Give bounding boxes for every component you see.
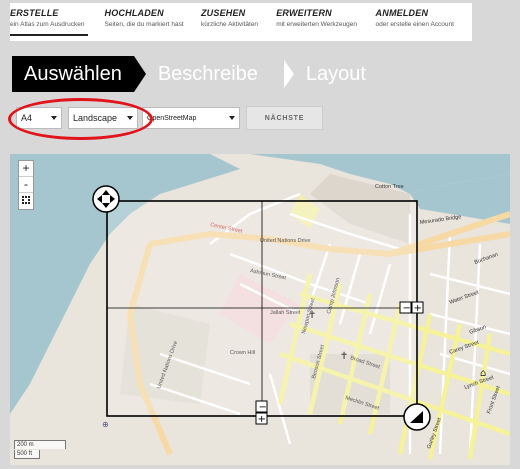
zoom-control: + - [18, 160, 34, 210]
chevron-down-icon [51, 116, 57, 120]
nav-title: HOCHLADEN [104, 8, 164, 18]
move-handle-icon[interactable] [92, 185, 120, 213]
nav-item-erstelle[interactable]: ERSTELLE ein Atlas zum Ausdrucken [10, 3, 105, 41]
label-cotton-tree: Cotton Tree [375, 184, 404, 190]
chevron-down-icon [127, 116, 133, 120]
scale-feet: 500 ft [14, 450, 40, 459]
wizard-steps: Auswählen Beschreibe Layout [12, 56, 376, 92]
paper-size-value: A4 [21, 113, 33, 123]
fullscreen-icon[interactable] [19, 193, 33, 209]
resize-handle-icon[interactable] [403, 403, 431, 431]
map-canvas: United Nations Drive Ashmun Street Broad… [10, 154, 510, 465]
map-provider-value: OpenStreetMap [147, 114, 197, 122]
minus-icon: − [259, 402, 267, 413]
nav-item-erweitern[interactable]: ERWEITERN mit erweiterten Werkzeugen [276, 3, 375, 41]
hospital-icon: ⊕ [102, 420, 109, 429]
page-column-controls: − + [399, 301, 424, 314]
minus-icon: − [403, 303, 411, 314]
scale-meters: 200 m [14, 440, 66, 449]
atlas-controls: A4 Landscape OpenStreetMap NÄCHSTE [16, 106, 323, 130]
map-viewport[interactable]: United Nations Drive Ashmun Street Broad… [10, 154, 510, 465]
map-provider-select[interactable]: OpenStreetMap [142, 107, 240, 129]
step-separator [283, 60, 294, 88]
nav-subtitle: Seiten, die du markiert hast [104, 21, 184, 28]
step-auswaehlen[interactable]: Auswählen [12, 56, 134, 92]
orientation-value: Landscape [73, 113, 118, 123]
plus-icon: + [258, 414, 266, 425]
nav-subtitle: mit erweiterten Werkzeugen [276, 21, 358, 28]
page-row-controls: − + [255, 400, 268, 425]
nav-subtitle: kürzliche Aktivitäten [200, 21, 259, 28]
next-button[interactable]: NÄCHSTE [246, 106, 323, 130]
nav-subtitle: ein Atlas zum Ausdrucken [10, 21, 85, 28]
step-beschreibe[interactable]: Beschreibe [146, 56, 268, 92]
nav-item-zusehen[interactable]: ZUSEHEN kürzliche Aktivitäten [201, 3, 276, 41]
paper-size-select[interactable]: A4 [16, 107, 62, 129]
top-navigation: ERSTELLE ein Atlas zum Ausdrucken HOCHLA… [10, 3, 472, 41]
nav-title: ZUSEHEN [200, 8, 246, 18]
nav-item-anmelden[interactable]: ANMELDEN oder erstelle einen Account [376, 3, 472, 41]
nav-title: ERSTELLE [10, 8, 59, 18]
nav-item-hochladen[interactable]: HOCHLADEN Seiten, die du markiert hast [105, 3, 201, 41]
step-layout[interactable]: Layout [294, 56, 376, 92]
orientation-select[interactable]: Landscape [68, 107, 138, 129]
museum-icon: ⌂ [480, 368, 486, 379]
nav-subtitle: oder erstelle einen Account [375, 21, 454, 28]
plus-icon: + [414, 303, 422, 314]
zoom-in-button[interactable]: + [19, 161, 33, 177]
zoom-out-button[interactable]: - [19, 177, 33, 193]
nav-title: ANMELDEN [375, 8, 429, 18]
step-arrow [133, 56, 146, 92]
nav-title: ERWEITERN [276, 8, 332, 18]
chevron-down-icon [229, 116, 235, 120]
map-scale: 200 m 500 ft [14, 440, 66, 460]
